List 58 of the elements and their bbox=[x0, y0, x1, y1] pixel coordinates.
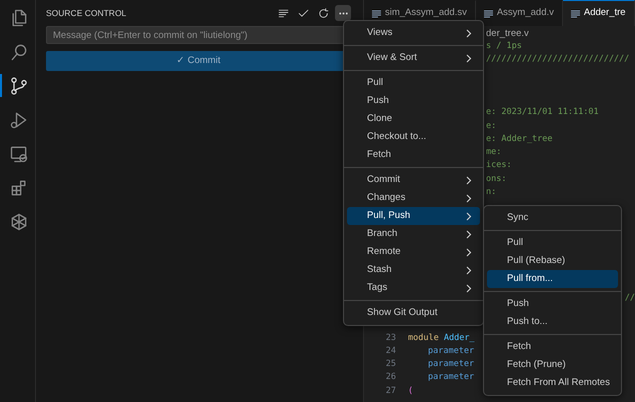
code-line: e: Adder_tree bbox=[486, 132, 553, 146]
menu-item[interactable]: Checkout to... bbox=[347, 128, 480, 146]
panel-title: SOURCE CONTROL bbox=[46, 6, 126, 20]
code-line: // bbox=[624, 292, 635, 305]
menu-item[interactable]: Pull (Rebase) bbox=[487, 252, 618, 270]
menu-item[interactable]: Pull bbox=[487, 234, 618, 252]
menu-item[interactable]: Fetch bbox=[487, 338, 618, 356]
code-line: module Adder_ bbox=[407, 332, 475, 344]
menu-item[interactable]: Changes bbox=[347, 189, 480, 207]
hexagon-icon bbox=[8, 212, 28, 232]
menu-item[interactable]: Push to... bbox=[487, 313, 618, 331]
menu-item[interactable]: Clone bbox=[347, 110, 480, 128]
menu-item[interactable]: Commit bbox=[347, 171, 480, 189]
menu-item[interactable]: Pull bbox=[347, 74, 480, 92]
line-number: 25 bbox=[384, 358, 396, 371]
search-icon bbox=[8, 42, 28, 62]
line-number: 27 bbox=[384, 384, 396, 398]
code-line: //////////////////////////// bbox=[486, 53, 630, 66]
extensions-icon bbox=[8, 178, 28, 198]
menu-item[interactable]: Fetch From All Remotes bbox=[487, 374, 618, 392]
menu-item[interactable]: Sync bbox=[487, 209, 618, 227]
code-line: ices: bbox=[486, 159, 512, 172]
monitor-check-icon bbox=[8, 144, 28, 164]
menu-item[interactable]: Tags bbox=[347, 279, 480, 297]
code-line: n: bbox=[486, 186, 496, 199]
menu-item[interactable]: Remote bbox=[347, 243, 480, 261]
line-number: 26 bbox=[384, 371, 396, 384]
code-line: me: bbox=[486, 146, 502, 159]
code-line: e: 2023/11/01 11:11:01 bbox=[486, 106, 599, 120]
play-bug-icon bbox=[8, 110, 28, 130]
file-lines-icon bbox=[484, 10, 493, 18]
breadcrumb[interactable]: der_tree.v bbox=[486, 28, 529, 39]
menu-item[interactable]: Show Git Output bbox=[347, 304, 480, 322]
menu-item[interactable]: Pull from... bbox=[487, 270, 618, 288]
code-line: parameter bbox=[427, 371, 474, 384]
line-number: 24 bbox=[384, 344, 396, 358]
menu-item[interactable]: Push bbox=[347, 92, 480, 110]
menu-item[interactable]: Branch bbox=[347, 225, 480, 243]
file-lines-icon bbox=[372, 10, 381, 18]
code-line: s / 1ps bbox=[486, 40, 522, 53]
code-line: parameter bbox=[427, 344, 474, 358]
refresh-icon bbox=[316, 6, 330, 20]
menu-item[interactable]: Pull, Push bbox=[347, 207, 480, 225]
code-line: ( bbox=[407, 384, 414, 398]
branch-icon bbox=[8, 76, 28, 96]
menu-item[interactable]: Stash bbox=[347, 261, 480, 279]
file-lines-icon bbox=[570, 10, 580, 18]
chevron-icon bbox=[466, 54, 472, 62]
menu-item[interactable]: Push bbox=[487, 295, 618, 313]
chevron-icon bbox=[466, 28, 472, 38]
menu-item[interactable]: Fetch (Prune) bbox=[487, 356, 618, 374]
editor-tab[interactable]: Adder_tre bbox=[562, 0, 635, 26]
line-number: 23 bbox=[384, 332, 396, 344]
code-line: ons: bbox=[486, 172, 506, 186]
code-line: e: bbox=[486, 120, 496, 132]
menu-item[interactable]: Fetch bbox=[347, 146, 480, 164]
toolbar-button[interactable] bbox=[335, 5, 351, 21]
code-line: parameter bbox=[427, 358, 474, 371]
